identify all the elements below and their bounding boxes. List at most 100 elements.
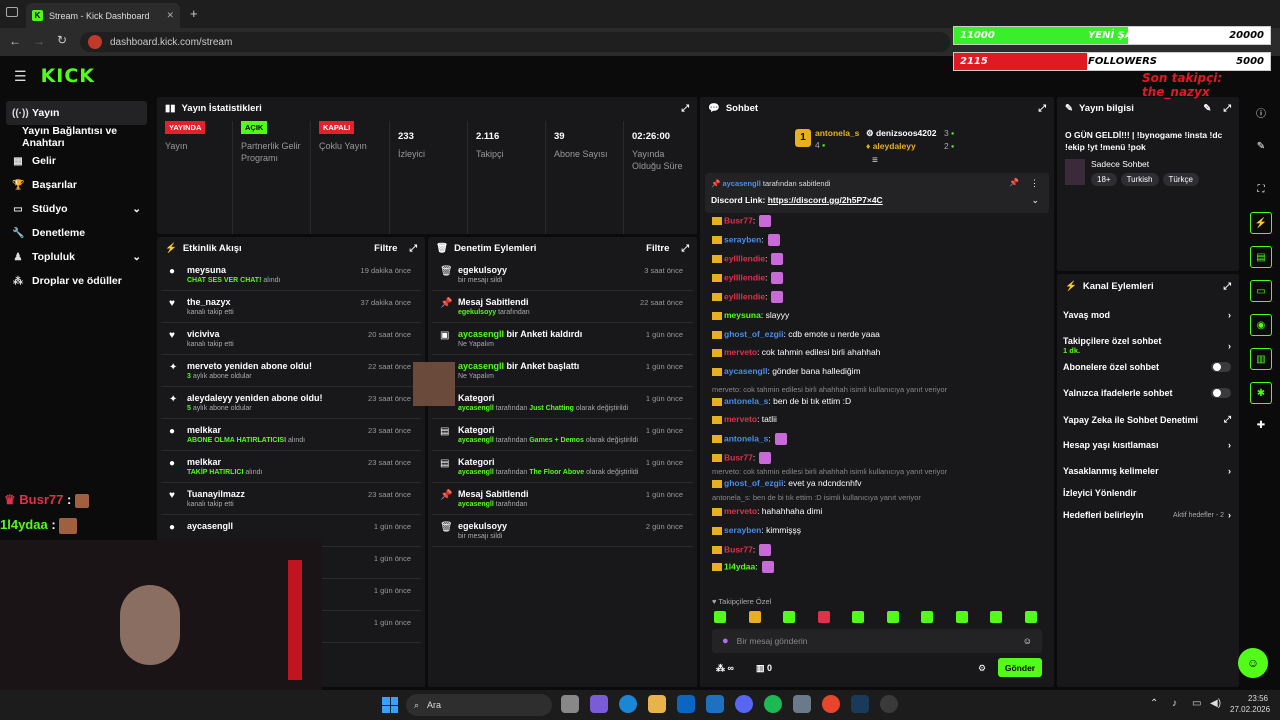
mic-icon[interactable]: ● <box>722 635 729 647</box>
emote-button[interactable] <box>783 611 795 623</box>
app-icon[interactable] <box>793 695 811 713</box>
category-name[interactable]: Sadece Sohbet <box>1091 159 1149 169</box>
filter-button[interactable]: Filtre <box>646 243 669 254</box>
notes-icon[interactable]: ▤ <box>1250 246 1272 268</box>
chevron-down-icon[interactable]: ⌄ <box>132 203 141 215</box>
file-explorer-icon[interactable] <box>648 695 666 713</box>
forward-icon[interactable]: → <box>33 34 45 48</box>
tag[interactable]: Türkçe <box>1162 173 1199 186</box>
edge-icon[interactable] <box>619 695 637 713</box>
popout-icon[interactable]: ⤢ <box>409 243 417 254</box>
moderation-row[interactable]: ▤Kategoriaycasengll tarafından Just Chat… <box>432 387 693 419</box>
edit-icon[interactable]: ✎ <box>1203 103 1211 114</box>
pin-icon[interactable]: 📌 <box>1009 178 1019 187</box>
chat-message[interactable]: serayben: kimmişşş <box>712 525 801 535</box>
trash-icon[interactable]: ▥ <box>1250 348 1272 370</box>
back-icon[interactable]: ← <box>9 34 21 48</box>
obs-icon[interactable] <box>880 695 898 713</box>
sidebar-item-stream[interactable]: ((·)) Yayın <box>6 101 147 125</box>
site-info-icon[interactable] <box>88 35 102 49</box>
broadcast-icon[interactable]: ◉ <box>1250 314 1272 336</box>
moderation-row[interactable]: ▣ aycasengll bir Anketi kaldırdı Ne Yapalı… <box>432 323 693 355</box>
sidebar-item-revenue[interactable]: ▦ Gelir <box>0 149 155 173</box>
chat-username[interactable]: Busr77 <box>724 215 753 225</box>
chat-username[interactable]: eyllllendie <box>724 272 765 282</box>
moderation-row[interactable]: ▤ Kategori aycasengll tarafından Games + D… <box>432 419 693 451</box>
tag[interactable]: Turkish <box>1120 173 1159 186</box>
channel-action-row[interactable]: Hedefleri belirleyin Aktif hedefler - 2 › <box>1063 510 1231 520</box>
moderation-row[interactable]: 🗑 egekulsoyy bir mesajı sildi 2 gün önce <box>432 515 693 547</box>
chat-username[interactable]: ghost_of_ezgii <box>724 329 784 339</box>
chat-message[interactable]: ghost_of_ezgii: evet ya ndcndcnhfv <box>712 478 861 488</box>
chat-message[interactable]: eyllllendie: <box>712 272 784 284</box>
emote-button[interactable] <box>1024 611 1037 623</box>
channel-action-row[interactable]: Yasaklanmış kelimeler › <box>1063 466 1231 476</box>
chat-username[interactable]: merveto <box>724 347 757 357</box>
chat-message[interactable]: Busr77: <box>712 544 772 556</box>
top-user-name[interactable]: ♦ aleydaleyy <box>866 141 916 151</box>
chat-message[interactable]: merveto: tatlii <box>712 414 777 424</box>
discord-link[interactable]: https://discord.gg/2h5P7×4C <box>768 195 883 205</box>
chat-username[interactable]: Busr77 <box>724 452 753 462</box>
sidebar-item-drops[interactable]: ⁂ Droplar ve ödüller <box>0 269 155 293</box>
channel-action-row[interactable]: Abonelere özel sohbet <box>1063 362 1231 372</box>
emote-button[interactable] <box>748 611 761 623</box>
sidebar-item-studio[interactable]: ▭ Stüdyo ⌄ <box>0 197 155 221</box>
spotify-icon[interactable] <box>764 695 782 713</box>
channel-action-row[interactable]: Yavaş mod › <box>1063 310 1231 320</box>
sidebar-item-stream-key[interactable]: Yayın Bağlantısı ve Anahtarı <box>0 125 155 149</box>
task-view-icon[interactable] <box>561 695 579 713</box>
start-menu-icon[interactable] <box>382 697 398 713</box>
chat-username[interactable]: merveto <box>724 414 757 424</box>
top-user-name[interactable]: antonela_s <box>815 128 859 138</box>
new-tab-icon[interactable]: + <box>190 6 198 21</box>
send-button[interactable]: Gönder <box>998 658 1042 677</box>
hamburger-menu-icon[interactable]: ☰ <box>14 68 27 85</box>
info-icon[interactable]: ⓘ <box>1250 101 1272 123</box>
bolt-icon[interactable]: ⚡ <box>1250 212 1272 234</box>
channel-action-row[interactable]: İzleyici Yönlendir <box>1063 488 1231 498</box>
chat-settings-icon[interactable]: ⚙ <box>978 663 986 674</box>
wrench-icon[interactable]: ✱ <box>1250 382 1272 404</box>
close-tab-icon[interactable]: ✕ <box>166 10 174 21</box>
chat-username[interactable]: 1l4ydaa <box>724 561 755 571</box>
emoji-icon[interactable]: ☺ <box>1023 636 1032 646</box>
chat-username[interactable]: antonela_s <box>724 396 768 406</box>
chevron-down-icon[interactable]: ⌄ <box>132 251 141 263</box>
chat-input[interactable]: ● Bir mesaj gönderin ☺ <box>712 629 1042 653</box>
popout-icon[interactable]: ⤢ <box>1038 103 1046 114</box>
tab-list-icon[interactable] <box>6 7 18 17</box>
channel-action-row[interactable]: Yapay Zeka ile Sohbet Denetimi ⤢ <box>1063 414 1231 425</box>
moderation-row[interactable]: 📌 Mesaj Sabitlendi aycasengll tarafından 1 … <box>432 483 693 515</box>
toggle-switch[interactable] <box>1211 362 1231 372</box>
add-widget-icon[interactable]: ✚ <box>1250 414 1272 436</box>
channel-action-row[interactable]: Yalnızca ifadelerle sohbet <box>1063 388 1231 398</box>
activity-row[interactable]: ● melkkar TAKİP HATIRLICI alındı 23 saat ön… <box>161 451 421 483</box>
focus-icon[interactable]: ⛶ <box>1250 178 1272 200</box>
chevron-down-icon[interactable]: ⌄ <box>1031 195 1039 206</box>
expand-chevron-icon[interactable]: ≡ <box>872 155 878 166</box>
sidebar-item-moderation[interactable]: 🔧 Denetleme <box>0 221 155 245</box>
network-icon[interactable]: ▭ <box>1192 698 1201 709</box>
activity-row[interactable]: ✦ aleydaleyy yeniden abone oldu! 5 aylık a… <box>161 387 421 419</box>
chat-username[interactable]: meysuna <box>724 310 761 320</box>
chat-message[interactable]: ghost_of_ezgii: cdb emote u nerde yaaa <box>712 329 880 339</box>
chat-username[interactable]: merveto <box>724 506 757 516</box>
emote-button[interactable] <box>990 611 1002 623</box>
url-field[interactable]: dashboard.kick.com/stream <box>80 32 950 52</box>
chat-message[interactable]: serayben: <box>712 234 780 246</box>
copilot-icon[interactable] <box>590 695 608 713</box>
emote-button[interactable] <box>852 611 864 623</box>
top-user-name[interactable]: ⚙ denizsoos4202 <box>866 128 936 139</box>
steam-icon[interactable] <box>851 695 869 713</box>
popout-icon[interactable]: ⤢ <box>1223 103 1231 114</box>
moderation-row[interactable]: 📌 Mesaj Sabitlendi egekulsoyy tarafından 22… <box>432 291 693 323</box>
browser-tab[interactable]: K Stream - Kick Dashboard ✕ <box>26 3 180 28</box>
filter-button[interactable]: Filtre <box>374 243 397 254</box>
chat-username[interactable]: serayben <box>724 525 761 535</box>
activity-row[interactable]: ♥ Tuanayilmazz kanalı takip etti 23 saat ön… <box>161 483 421 515</box>
moderation-row[interactable]: ▣aycasengll bir Anket başlattıNe Yapalım… <box>432 355 693 387</box>
discord-icon[interactable] <box>735 695 753 713</box>
chat-message[interactable]: eyllllendie: <box>712 253 784 265</box>
channel-action-row[interactable]: Takipçilere özel sohbet 1 dk. › <box>1063 336 1231 355</box>
